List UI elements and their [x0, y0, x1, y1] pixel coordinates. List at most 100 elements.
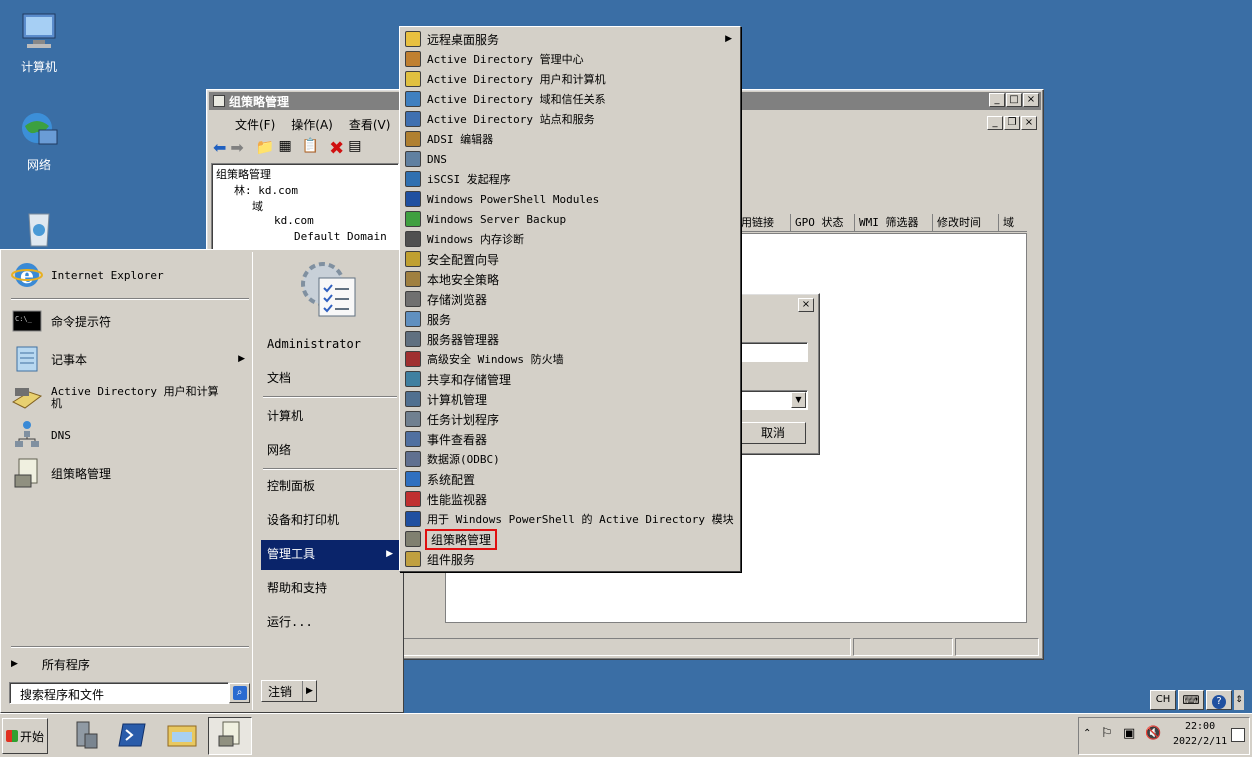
delete-icon[interactable]: ✖ [329, 138, 344, 159]
submenu-item[interactable]: 存储浏览器 [402, 289, 738, 309]
col-modified[interactable]: 修改时间 [933, 214, 999, 231]
clock-date[interactable]: 2022/2/11 [1173, 736, 1227, 747]
start-button[interactable]: 开始 [2, 718, 48, 754]
place-computer[interactable]: 计算机 [261, 402, 399, 430]
taskbar-server-manager[interactable] [62, 717, 106, 755]
submenu-item[interactable]: DNS [402, 149, 738, 169]
tree-default-domain-policy[interactable]: Default Domain [294, 230, 387, 243]
col-link-enabled[interactable]: 用链接 [739, 214, 791, 231]
tree-domains[interactable]: 域 [252, 198, 263, 214]
close-button[interactable]: × [1023, 93, 1039, 107]
submenu-item[interactable]: 服务 [402, 309, 738, 329]
col-gpo-status[interactable]: GPO 状态 [791, 214, 855, 231]
desktop-icon-network[interactable]: 网络 [8, 108, 70, 173]
taskbar-group-policy[interactable] [208, 717, 252, 755]
submenu-item[interactable]: 安全配置向导 [402, 249, 738, 269]
submenu-item[interactable]: Windows 内存诊断 [402, 229, 738, 249]
tree-forest[interactable]: 林: kd.com [234, 182, 298, 198]
desktop-icon-recycle-bin[interactable] [8, 206, 70, 254]
pinned-internet-explorer[interactable]: e Internet Explorer [11, 260, 164, 290]
submenu-item[interactable]: ADSI 编辑器 [402, 129, 738, 149]
menu-file[interactable]: 文件(F) [235, 116, 275, 133]
submenu-item[interactable]: 组策略管理 [402, 528, 738, 550]
show-hidden-icons-icon[interactable]: ⌃ [1083, 728, 1091, 739]
minimize-button[interactable]: _ [989, 93, 1005, 107]
maximize-button[interactable]: □ [1006, 93, 1022, 107]
submenu-item[interactable]: 事件查看器 [402, 429, 738, 449]
user-name[interactable]: Administrator [261, 330, 399, 358]
child-restore-button[interactable]: ❐ [1004, 116, 1020, 130]
tree-domain-kd[interactable]: kd.com [274, 214, 314, 227]
back-arrow-icon[interactable]: ⬅ [213, 138, 226, 159]
submenu-item[interactable]: Active Directory 域和信任关系 [402, 89, 738, 109]
dialog-close-button[interactable]: × [798, 298, 814, 312]
list-header: 用链接 GPO 状态 WMI 筛选器 修改时间 域 [739, 214, 1027, 232]
place-control-panel[interactable]: 控制面板 [261, 472, 399, 500]
menu-view[interactable]: 查看(V) [349, 116, 391, 133]
submenu-item[interactable]: 数据源(ODBC) [402, 449, 738, 469]
place-network[interactable]: 网络 [261, 436, 399, 464]
taskbar-explorer[interactable] [160, 717, 204, 755]
up-folder-icon[interactable]: 📁 [256, 138, 275, 159]
logoff-options-arrow-icon[interactable]: ▶ [302, 681, 316, 701]
submenu-item[interactable]: Active Directory 管理中心 [402, 49, 738, 69]
submenu-item[interactable]: 性能监视器 [402, 489, 738, 509]
forward-arrow-icon[interactable]: ➡ [230, 138, 243, 159]
submenu-item[interactable]: 计算机管理 [402, 389, 738, 409]
place-help-support[interactable]: 帮助和支持 [261, 574, 399, 602]
place-devices-printers[interactable]: 设备和打印机 [261, 506, 399, 534]
place-documents[interactable]: 文档 [261, 364, 399, 392]
language-indicator[interactable]: CH [1150, 690, 1176, 710]
dialog-text-input[interactable] [740, 342, 808, 362]
submenu-item[interactable]: Windows PowerShell Modules [402, 189, 738, 209]
menu-action[interactable]: 操作(A) [291, 116, 333, 133]
search-input[interactable]: 搜索程序和文件 [9, 682, 229, 704]
child-close-button[interactable]: × [1021, 116, 1037, 130]
taskbar-powershell[interactable] [110, 717, 154, 755]
pinned-group-policy[interactable]: 组策略管理 [11, 458, 111, 488]
all-programs-button[interactable]: ▶ 所有程序 [11, 654, 90, 674]
help-icon[interactable]: ? [1206, 690, 1232, 710]
submenu-item[interactable]: 共享和存储管理 [402, 369, 738, 389]
place-run[interactable]: 运行... [261, 608, 399, 636]
dialog-window[interactable]: × ▼ 取消 [738, 293, 820, 455]
tree-pane[interactable]: 组策略管理 林: kd.com 域 kd.com Default Domain [211, 163, 399, 253]
submenu-item[interactable]: 用于 Windows PowerShell 的 Active Directory… [402, 509, 738, 529]
tree-root[interactable]: 组策略管理 [216, 166, 271, 182]
submenu-item[interactable]: 组件服务 [402, 549, 738, 569]
clock-time[interactable]: 22:00 [1185, 721, 1215, 732]
volume-muted-icon[interactable]: 🔇 [1145, 726, 1161, 741]
submenu-item[interactable]: 本地安全策略 [402, 269, 738, 289]
logoff-button[interactable]: 注销 ▶ [261, 680, 317, 702]
pinned-command-prompt[interactable]: C:\_ 命令提示符 [11, 306, 111, 336]
submenu-item[interactable]: 高级安全 Windows 防火墙 [402, 349, 738, 369]
pinned-ad-users-computers[interactable]: Active Directory 用户和计算机 [11, 378, 231, 418]
action-center-flag-icon[interactable]: ⚐ [1101, 726, 1113, 741]
submenu-item[interactable]: iSCSI 发起程序 [402, 169, 738, 189]
show-desktop-icon[interactable] [1231, 728, 1245, 742]
pinned-dns[interactable]: DNS [11, 420, 71, 450]
submenu-item[interactable]: Active Directory 用户和计算机 [402, 69, 738, 89]
keyboard-icon[interactable]: ⌨ [1178, 690, 1204, 710]
place-admin-tools[interactable]: 管理工具 ▶ [261, 540, 399, 570]
submenu-item[interactable]: 系统配置 [402, 469, 738, 489]
clipboard-icon[interactable]: 📋 [302, 138, 319, 159]
col-domain[interactable]: 域 [999, 214, 1025, 231]
submenu-item[interactable]: 服务器管理器 [402, 329, 738, 349]
show-hide-tree-icon[interactable]: ▦ [279, 138, 292, 159]
submenu-item[interactable]: Active Directory 站点和服务 [402, 109, 738, 129]
language-bar-options-icon[interactable]: ⇕ [1234, 690, 1244, 710]
properties-icon[interactable]: ▤ [348, 138, 361, 159]
submenu-item[interactable]: 任务计划程序 [402, 409, 738, 429]
col-wmi-filter[interactable]: WMI 筛选器 [855, 214, 933, 231]
network-status-icon[interactable]: ▣ [1123, 726, 1135, 741]
desktop-icon-computer[interactable]: 计算机 [8, 10, 70, 75]
pinned-notepad[interactable]: 记事本 ▶ [11, 344, 249, 374]
submenu-item[interactable]: Windows Server Backup [402, 209, 738, 229]
search-button[interactable]: ⌕ [229, 683, 250, 703]
dropdown-arrow-icon[interactable]: ▼ [791, 392, 806, 408]
submenu-item[interactable]: 远程桌面服务 ▶ [402, 29, 738, 49]
child-minimize-button[interactable]: _ [987, 116, 1003, 130]
dialog-dropdown[interactable]: ▼ [740, 390, 808, 410]
cancel-button[interactable]: 取消 [740, 422, 806, 444]
